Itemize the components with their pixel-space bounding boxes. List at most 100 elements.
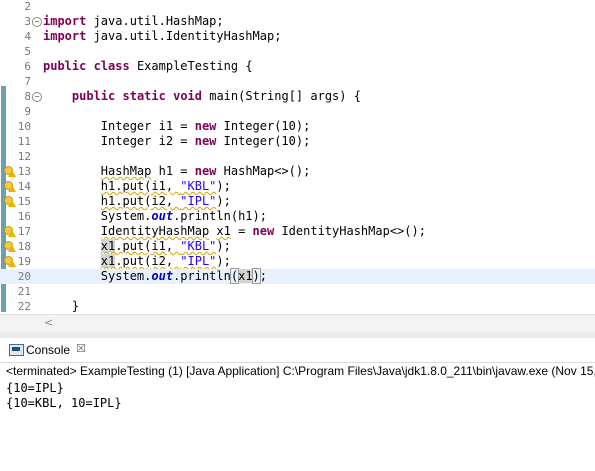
line-number: 20 [17,270,31,283]
code-text[interactable]: import java.util.HashMap; [43,14,224,29]
code-token: out [151,269,174,283]
code-line[interactable]: 20 System.out.println(x1); [0,268,595,284]
line-number: 10 [17,120,31,133]
code-token: void [173,89,202,103]
code-line[interactable]: 8− public static void main(String[] args… [0,89,595,104]
code-token: new [252,224,275,238]
code-token: main(String[] args) { [202,89,361,103]
code-line[interactable]: 9 [0,104,595,119]
code-text[interactable]: Integer i1 = new Integer(10); [43,119,311,134]
code-line[interactable]: 7 [0,74,595,89]
code-line[interactable]: 15 h1.put(i2, "IPL"); [0,194,595,209]
code-token: ) [251,268,261,284]
code-text[interactable]: System.out.println(h1); [43,209,267,224]
code-token: .println(h1); [173,209,267,223]
line-number: 3 [24,15,31,28]
console-view: Console ☒ <terminated> ExampleTesting (1… [0,338,595,471]
code-token: } [43,299,80,313]
code-line[interactable]: 4 import java.util.IdentityHashMap; [0,29,595,44]
code-token: .put(i1, [115,239,181,253]
code-text[interactable]: import java.util.IdentityHashMap; [43,29,281,44]
code-text[interactable]: x1.put(i2, "IPL"); [43,254,231,269]
code-text[interactable]: x1.put(i1, "KBL"); [43,239,231,254]
code-token: h1.put(i2, [100,194,181,208]
code-token: "KBL" [180,179,217,193]
code-token: HashMap [100,164,152,178]
code-token: h1 = [151,164,195,178]
code-line[interactable]: 14 h1.put(i1, "KBL"); [0,179,595,194]
console-status: <terminated> ExampleTesting (1) [Java Ap… [6,364,595,378]
code-line[interactable]: 22 } [0,299,595,314]
code-line[interactable]: 12 [0,149,595,164]
fold-toggle-icon[interactable]: − [32,92,42,102]
code-line[interactable]: 11 Integer i2 = new Integer(10); [0,134,595,149]
code-line[interactable]: 21 [0,284,595,299]
line-number: 4 [24,30,31,43]
code-token: class [93,59,130,73]
code-token: x1 [238,269,253,283]
console-tab-label: Console [26,343,71,357]
code-token: ); [216,239,231,253]
code-token: public [71,89,116,103]
code-token: new [194,134,217,148]
code-line[interactable]: 16 System.out.println(h1); [0,209,595,224]
code-text[interactable]: h1.put(i1, "KBL"); [43,179,231,194]
code-text[interactable]: Integer i2 = new Integer(10); [43,134,311,149]
code-token: public [43,59,87,73]
code-token: static [122,89,166,103]
code-line[interactable]: 17 IdentityHashMap x1 = new IdentityHash… [0,224,595,239]
code-text[interactable]: System.out.println(x1); [43,268,267,284]
scroll-left-icon[interactable]: < [44,316,53,329]
code-line[interactable]: 3− import java.util.HashMap; [0,14,595,29]
line-number: 16 [17,210,31,223]
code-token: = [230,224,253,238]
code-line[interactable]: 6 public class ExampleTesting { [0,59,595,74]
line-number: 12 [17,150,31,163]
line-number: 7 [24,75,31,88]
code-token: .println [173,269,231,283]
code-editor[interactable]: 2 3− import java.util.HashMap; 4 import java… [0,0,595,332]
line-number: 21 [17,285,31,298]
code-token: x1 [100,254,116,268]
code-token: Integer(10); [216,119,311,133]
code-text[interactable]: } [43,299,79,314]
code-line[interactable]: 13 HashMap h1 = new HashMap<>(); [0,164,595,179]
code-text[interactable]: HashMap h1 = new HashMap<>(); [43,164,311,179]
code-line[interactable]: 10 Integer i1 = new Integer(10); [0,119,595,134]
code-token: .put(i2, [115,254,181,268]
code-token: out [151,209,174,223]
line-number: 17 [17,225,31,238]
code-token: new [194,119,217,133]
line-number: 2 [24,0,31,13]
code-line[interactable]: 18 x1.put(i1, "KBL"); [0,239,595,254]
code-token: java.util.IdentityHashMap; [86,29,282,43]
line-number: 5 [24,45,31,58]
code-line[interactable]: 5 [0,44,595,59]
code-text[interactable]: public class ExampleTesting { [43,59,253,74]
fold-toggle-icon[interactable]: − [32,17,42,27]
code-token: HashMap<>(); [216,164,311,178]
code-token: "IPL" [180,194,217,208]
close-icon[interactable]: ☒ [76,342,86,355]
code-token: h1.put(i1, [100,179,181,193]
code-token: new [194,164,217,178]
code-text[interactable]: public static void main(String[] args) { [43,89,361,104]
horizontal-scrollbar[interactable]: < [0,314,595,332]
code-token: ExampleTesting { [129,59,253,73]
code-line[interactable]: 19 x1.put(i2, "IPL"); [0,254,595,269]
line-number: 13 [17,165,31,178]
console-output-line: {10=IPL} [6,381,64,395]
code-token: IdentityHashMap [100,224,210,238]
code-text[interactable]: IdentityHashMap x1 = new IdentityHashMap… [43,224,426,239]
console-tab[interactable]: Console ☒ [0,338,595,363]
code-token: ( [229,268,240,284]
code-text[interactable]: h1.put(i2, "IPL"); [43,194,231,209]
code-token: import [43,29,87,43]
code-line[interactable]: 2 [0,0,595,14]
